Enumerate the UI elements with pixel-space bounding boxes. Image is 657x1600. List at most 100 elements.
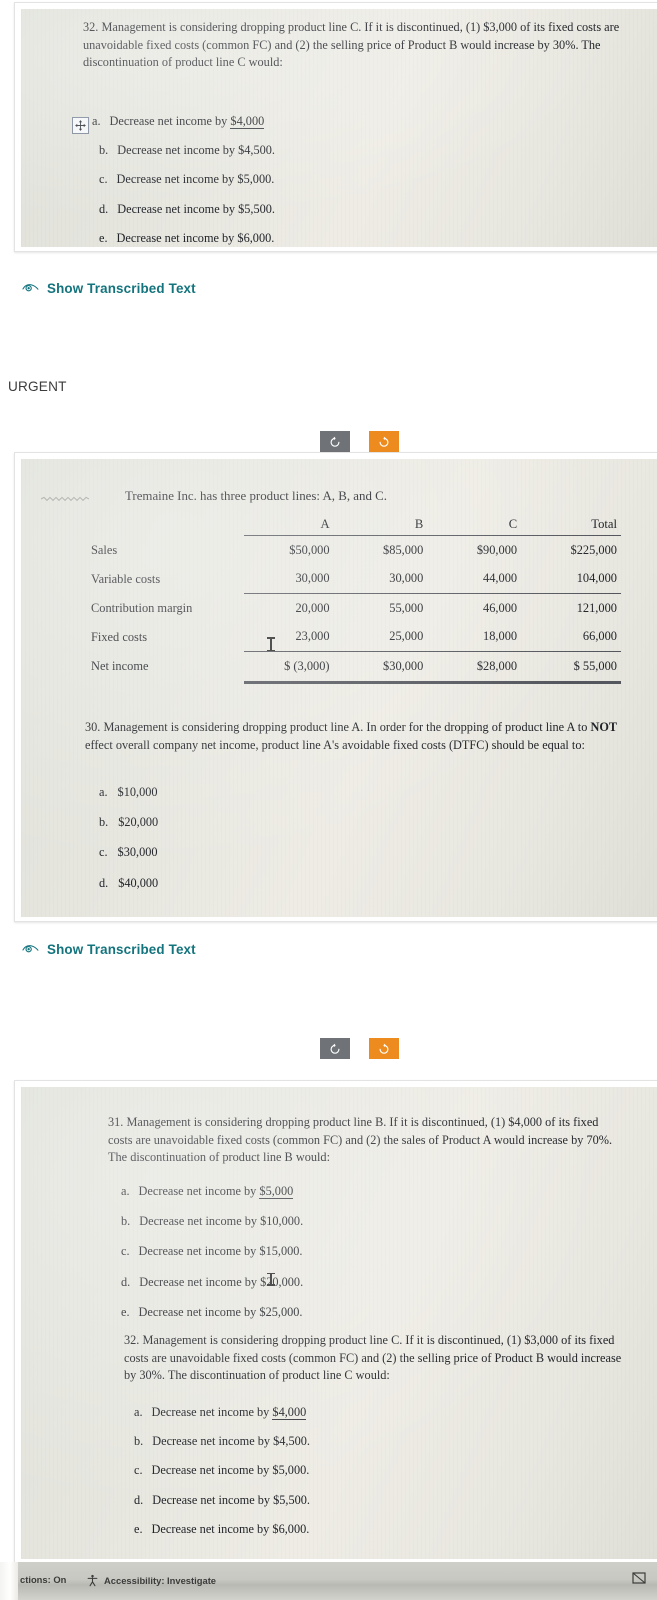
accessibility-status[interactable]: Accessibility: Investigate bbox=[86, 1574, 216, 1587]
cell-c: 18,000 bbox=[427, 622, 522, 652]
text-caret-artifact bbox=[267, 1272, 274, 1286]
question-31-text: Management is considering dropping produ… bbox=[108, 1115, 613, 1165]
row-label: Contribution margin bbox=[91, 600, 193, 615]
option-letter: e. bbox=[121, 1304, 130, 1319]
option-value: $5,500. bbox=[273, 1492, 310, 1507]
question-30-number: 30. bbox=[85, 720, 101, 734]
option-value: $4,000 bbox=[230, 114, 265, 129]
rotate-counter-clockwise-button-2[interactable] bbox=[320, 1038, 350, 1059]
column-header-blank bbox=[91, 517, 244, 536]
option-letter: b. bbox=[134, 1434, 144, 1449]
option-row[interactable]: d. Decrease net income by $5,500. bbox=[85, 201, 565, 218]
option-letter: c. bbox=[134, 1463, 143, 1478]
option-row[interactable]: d. Decrease net income by $5,500. bbox=[134, 1492, 534, 1509]
accessibility-status-label: Accessibility: Investigate bbox=[104, 1575, 217, 1586]
option-value: $4,500. bbox=[273, 1434, 310, 1449]
option-row[interactable]: c. Decrease net income by $15,000. bbox=[121, 1243, 521, 1260]
focus-view-button[interactable] bbox=[631, 1570, 647, 1591]
option-value: $5,000. bbox=[272, 1463, 310, 1478]
column-header-c: C bbox=[508, 517, 518, 531]
option-text: Decrease net income by $5,000. bbox=[151, 1463, 310, 1478]
rotate-clockwise-button-1[interactable] bbox=[369, 431, 399, 452]
option-letter: b. bbox=[99, 815, 109, 830]
option-row[interactable]: e. Decrease net income by $6,000. bbox=[134, 1521, 534, 1538]
page-left-edge bbox=[0, 1562, 18, 1600]
option-letter: e. bbox=[134, 1521, 143, 1536]
show-transcribed-text-link-2[interactable]: Show Transcribed Text bbox=[22, 942, 196, 957]
question-31-paragraph: 31. Management is considering dropping p… bbox=[108, 1114, 623, 1167]
option-letter: a. bbox=[92, 114, 101, 128]
option-row[interactable]: a. Decrease net income by $4,000 bbox=[85, 113, 565, 130]
option-row[interactable]: c. Decrease net income by $5,000. bbox=[85, 171, 565, 188]
cell-c: $28,000 bbox=[427, 652, 521, 681]
option-text: Decrease net income by $4,000 bbox=[151, 1405, 307, 1420]
option-row[interactable]: a. $10,000 bbox=[99, 784, 399, 801]
question-image-card-2[interactable]: Tremaine Inc. has three product lines: A… bbox=[14, 452, 657, 922]
option-letter: a. bbox=[121, 1184, 130, 1198]
question-31-options: a. Decrease net income by $5,000 b. Decr… bbox=[121, 1183, 521, 1321]
cell-c: 44,000 bbox=[427, 564, 522, 594]
option-row[interactable]: e. Decrease net income by $6,000. bbox=[85, 230, 565, 247]
question-31-number: 31. bbox=[108, 1115, 124, 1129]
rotate-counter-clockwise-button-1[interactable] bbox=[320, 431, 350, 452]
table-header-row: A B C Total bbox=[91, 517, 621, 536]
cell-b: 30,000 bbox=[333, 564, 428, 594]
handwritten-scribble-mark bbox=[41, 496, 89, 502]
table-row: Sales $50,000 $85,000 $90,000 $225,000 bbox=[91, 535, 621, 565]
option-text: Decrease net income by $10,000. bbox=[139, 1214, 304, 1229]
table-caption: Tremaine Inc. has three product lines: A… bbox=[125, 489, 387, 503]
question-32-bottom-options: a. Decrease net income by $4,000 b. Decr… bbox=[134, 1404, 534, 1538]
rotate-ccw-icon bbox=[330, 436, 340, 447]
option-text: Decrease net income by $4,000 bbox=[109, 114, 265, 129]
option-value: $5,500. bbox=[238, 201, 275, 216]
option-row[interactable]: b. Decrease net income by $4,500. bbox=[134, 1433, 534, 1450]
option-row[interactable]: b. $20,000 bbox=[99, 814, 399, 831]
table-row: Variable costs 30,000 30,000 44,000 104,… bbox=[91, 564, 621, 594]
option-row[interactable]: d. Decrease net income by $20,000. bbox=[121, 1272, 521, 1291]
cell-total: 66,000 bbox=[521, 622, 621, 652]
row-label: Fixed costs bbox=[91, 629, 148, 644]
option-value: $15,000. bbox=[259, 1244, 303, 1259]
option-row[interactable]: c. Decrease net income by $5,000. bbox=[134, 1462, 534, 1479]
question-30-options: a. $10,000 b. $20,000 c. $30,000 d. $40,… bbox=[99, 784, 399, 892]
option-row[interactable]: d. $40,000 bbox=[99, 875, 399, 892]
option-letter: d. bbox=[121, 1274, 131, 1289]
cell-total: 121,000 bbox=[576, 600, 617, 615]
option-text: Decrease net income by $6,000. bbox=[116, 230, 275, 245]
accessibility-icon bbox=[87, 1574, 98, 1587]
question-32-top-number: 32. bbox=[83, 20, 99, 34]
option-row[interactable]: a. Decrease net income by $4,000 bbox=[134, 1404, 534, 1421]
rotate-cw-icon bbox=[379, 436, 389, 447]
question-image-card-1[interactable]: 32. Management is considering dropping p… bbox=[14, 2, 657, 252]
option-letter: c. bbox=[99, 845, 108, 860]
question-image-card-3[interactable]: 31. Management is considering dropping p… bbox=[14, 1080, 657, 1564]
row-label: Variable costs bbox=[91, 571, 161, 586]
option-letter: d. bbox=[99, 875, 109, 890]
option-row[interactable]: c. $30,000 bbox=[99, 844, 399, 861]
option-text: Decrease net income by $20,000. bbox=[139, 1274, 304, 1289]
option-letter: d. bbox=[134, 1492, 144, 1507]
option-letter: c. bbox=[121, 1244, 130, 1259]
option-letter: a. bbox=[99, 785, 108, 799]
option-text: $40,000 bbox=[118, 875, 159, 890]
cell-b: $30,000 bbox=[334, 652, 428, 681]
option-row[interactable]: b. Decrease net income by $4,500. bbox=[85, 142, 565, 159]
rotate-clockwise-button-2[interactable] bbox=[369, 1038, 399, 1059]
eye-icon bbox=[22, 945, 39, 953]
option-letter: a. bbox=[134, 1405, 143, 1419]
option-text: Decrease net income by $5,500. bbox=[152, 1492, 310, 1507]
option-value: $5,000. bbox=[237, 172, 275, 187]
question-32-top-text: Management is considering dropping produ… bbox=[83, 20, 620, 70]
table-row: Fixed costs 23,000 25,000 18,000 66,000 bbox=[91, 622, 621, 652]
cell-c: $90,000 bbox=[427, 535, 522, 565]
option-row[interactable]: b. Decrease net income by $10,000. bbox=[121, 1213, 521, 1230]
option-text: Decrease net income by $5,000 bbox=[138, 1184, 294, 1199]
question-32-bottom-number: 32. bbox=[124, 1333, 140, 1347]
option-text: Decrease net income by $25,000. bbox=[138, 1304, 303, 1319]
option-letter: c. bbox=[99, 172, 108, 187]
suggestions-status[interactable]: ctions: On bbox=[20, 1574, 66, 1585]
option-row[interactable]: a. Decrease net income by $5,000 bbox=[121, 1183, 521, 1200]
column-header-a: A bbox=[320, 517, 330, 531]
option-row[interactable]: e. Decrease net income by $25,000. bbox=[121, 1304, 521, 1321]
show-transcribed-text-link-1[interactable]: Show Transcribed Text bbox=[22, 281, 196, 296]
